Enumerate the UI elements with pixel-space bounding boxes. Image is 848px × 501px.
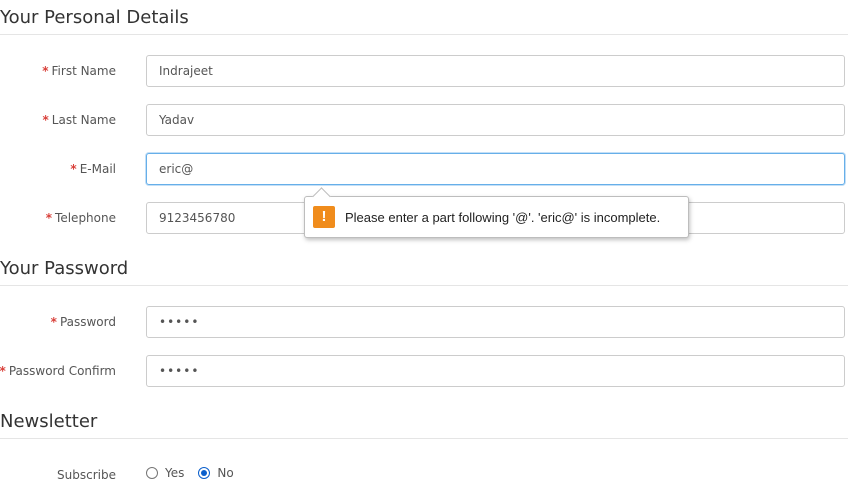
required-marker: * [42,64,49,78]
personal-details-heading: Your Personal Details [0,7,189,28]
password-confirm-label: * Password Confirm [0,364,116,378]
first-name-field[interactable]: Indrajeet [146,55,845,87]
required-marker: * [70,162,77,176]
email-label: * E-Mail [70,162,116,176]
subscribe-yes-radio[interactable] [146,467,158,479]
subscribe-no-label[interactable]: No [217,466,233,480]
required-marker: * [45,211,53,225]
subscribe-options: Yes No [146,466,248,480]
warning-icon: ! [313,206,335,228]
telephone-label: * Telephone [45,211,116,225]
newsletter-heading: Newsletter [0,411,98,432]
first-name-label: * First Name [42,64,116,78]
required-marker: * [0,364,6,378]
required-marker: * [50,315,57,329]
last-name-label: * Last Name [42,113,117,127]
required-marker: * [42,113,49,127]
email-field[interactable]: eric@ [146,153,845,185]
divider [0,34,848,35]
subscribe-yes-label[interactable]: Yes [165,466,184,480]
password-label: * Password [50,315,116,329]
divider [0,285,848,286]
divider [0,438,848,439]
password-heading: Your Password [0,258,129,279]
validation-message: Please enter a part following '@'. 'eric… [345,209,661,225]
password-field[interactable]: ••••• [146,306,845,338]
subscribe-label: Subscribe [57,468,116,482]
tooltip-arrow [312,187,331,206]
password-confirm-field[interactable]: ••••• [146,355,845,387]
last-name-field[interactable]: Yadav [146,104,845,136]
validation-tooltip: ! Please enter a part following '@'. 'er… [304,187,689,238]
subscribe-no-radio[interactable] [198,467,211,479]
